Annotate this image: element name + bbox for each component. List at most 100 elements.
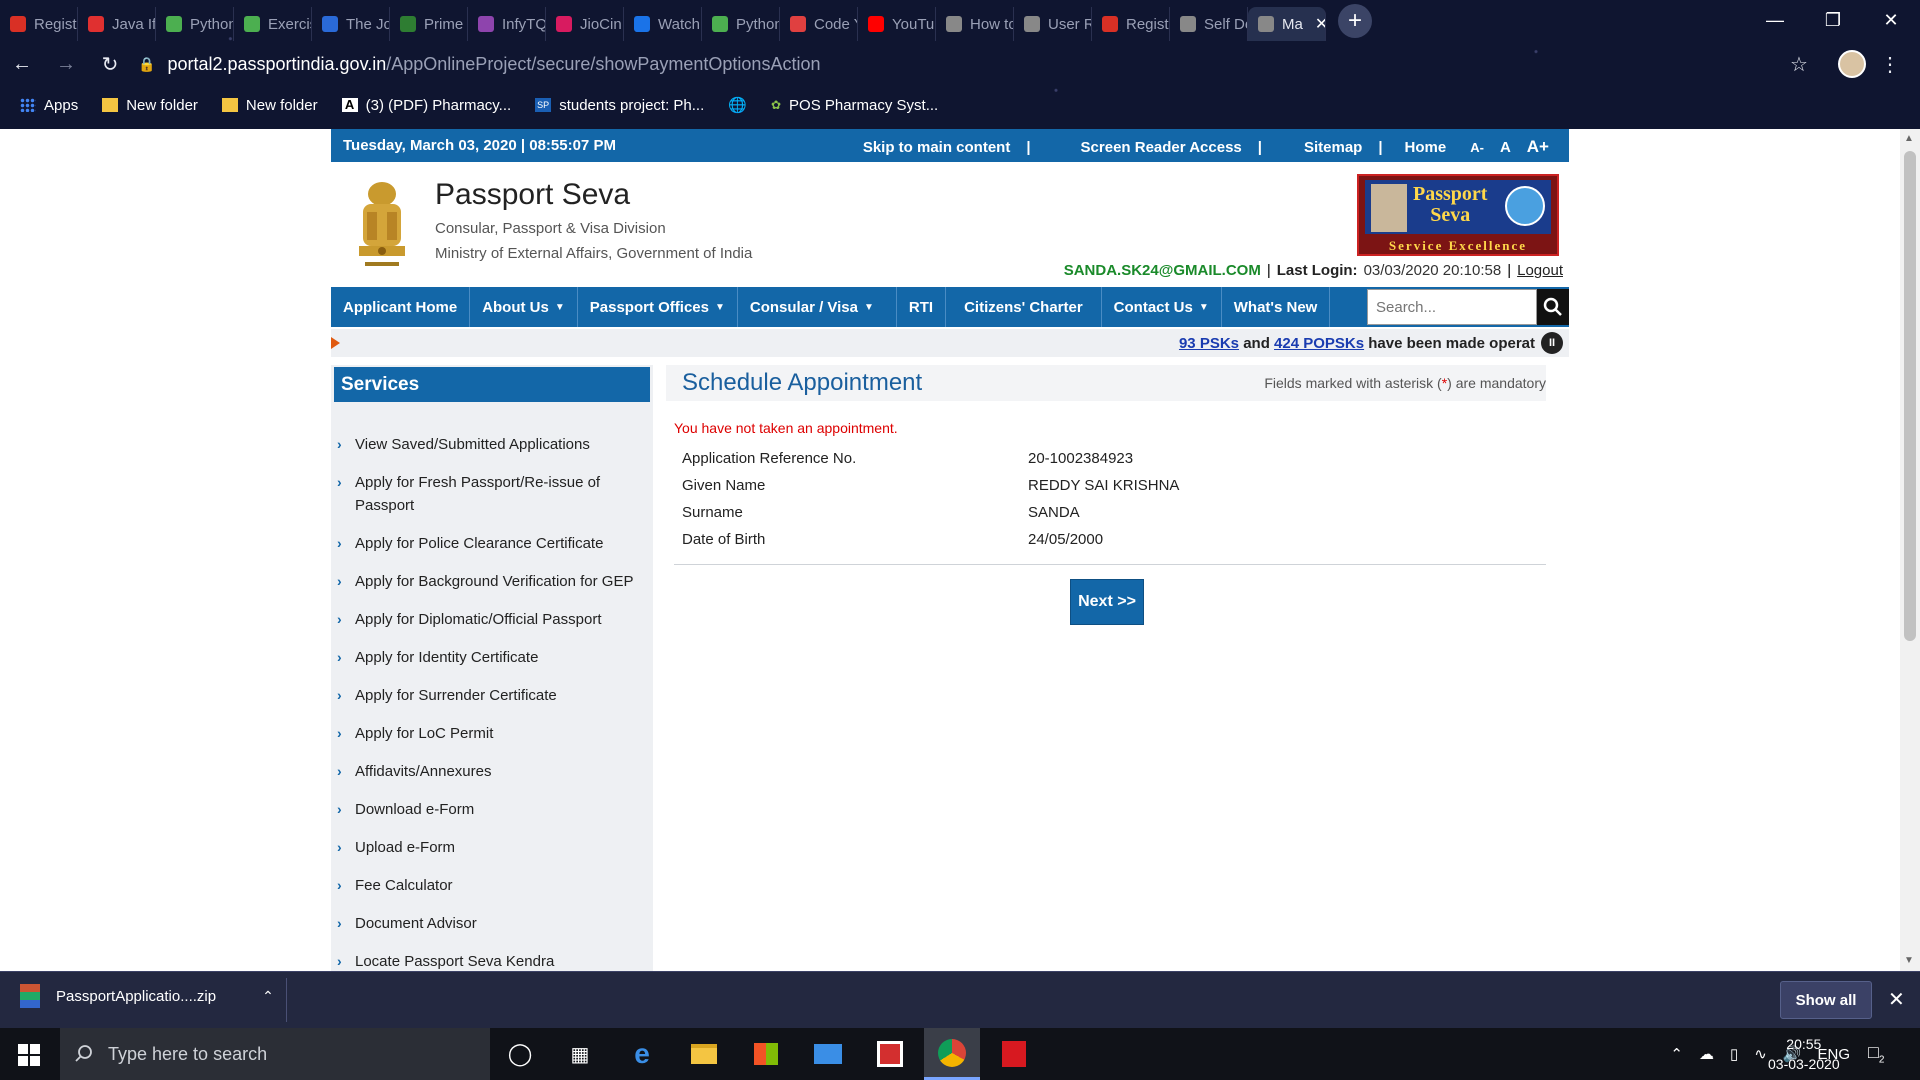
cloud-icon[interactable]: ☁ <box>1699 1045 1714 1063</box>
page-scrollbar[interactable]: ▲ ▼ <box>1900 129 1920 971</box>
new-tab-button[interactable]: + <box>1338 4 1372 38</box>
browser-tab[interactable]: JioCin <box>546 7 624 41</box>
browser-tab[interactable]: YouTul <box>858 7 936 41</box>
task-view-icon[interactable]: ▦ <box>552 1028 608 1080</box>
service-item[interactable]: › Apply for Diplomatic/Official Passport <box>337 608 647 631</box>
font-normal-button[interactable]: A <box>1500 139 1511 156</box>
sitemap-link[interactable]: Sitemap <box>1304 139 1362 156</box>
scroll-up-icon[interactable]: ▲ <box>1904 133 1914 144</box>
bookmark-apps[interactable]: Apps <box>20 97 78 114</box>
search-button[interactable] <box>1537 289 1569 325</box>
browser-tab[interactable]: How to <box>936 7 1014 41</box>
nav-contact-us[interactable]: Contact Us ▼ <box>1102 287 1222 327</box>
nav-applicant-home[interactable]: Applicant Home <box>331 287 471 327</box>
browser-tab[interactable]: Python <box>702 7 780 41</box>
scroll-down-icon[interactable]: ▼ <box>1904 955 1914 966</box>
play-favicon-icon <box>634 16 650 32</box>
minimize-button[interactable]: — <box>1746 0 1804 40</box>
battery-icon[interactable]: ▯ <box>1730 1045 1738 1063</box>
nav-about-us[interactable]: About Us ▼ <box>470 287 578 327</box>
font-decrease-button[interactable]: A- <box>1470 140 1484 155</box>
bookmark-pdf-pharmacy[interactable]: A (3) (PDF) Pharmacy... <box>341 97 511 114</box>
taskbar-clock[interactable]: 20:55 03-03-2020 <box>1768 1034 1840 1074</box>
popsk-link[interactable]: 424 POPSKs <box>1274 335 1364 352</box>
bookmark-pos-pharmacy[interactable]: ✿ POS Pharmacy Syst... <box>771 97 938 114</box>
notification-icon[interactable]: □2 <box>1868 1042 1884 1066</box>
bookmark-students-project[interactable]: SP students project: Ph... <box>535 97 704 114</box>
service-item[interactable]: › Apply for Police Clearance Certificate <box>337 532 647 555</box>
tab-strip: RegistrJava IfPythonExercisThe JoPrimeIn… <box>0 0 1920 42</box>
browser-tab[interactable]: InfyTQ <box>468 7 546 41</box>
service-item[interactable]: › Affidavits/Annexures <box>337 760 647 783</box>
browser-tab[interactable]: Python <box>156 7 234 41</box>
browser-tab[interactable]: Ma✕ <box>1248 7 1326 41</box>
browser-tab[interactable]: Regist <box>1092 7 1170 41</box>
forward-button[interactable]: → <box>44 42 88 86</box>
acrobat-icon[interactable] <box>986 1028 1042 1080</box>
service-item[interactable]: › Document Advisor <box>337 912 647 935</box>
browser-tab[interactable]: Code Y <box>780 7 858 41</box>
bookmark-folder[interactable]: New folder <box>221 97 318 114</box>
browser-tab[interactable]: Prime <box>390 7 468 41</box>
font-increase-button[interactable]: A+ <box>1527 137 1549 157</box>
close-tab-icon[interactable]: ✕ <box>1315 14 1325 34</box>
profile-avatar[interactable] <box>1838 50 1866 78</box>
service-item[interactable]: › Upload e-Form <box>337 836 647 859</box>
nav-citizens-charter[interactable]: Citizens' Charter <box>946 287 1102 327</box>
mail-icon[interactable] <box>800 1028 856 1080</box>
service-item[interactable]: › Locate Passport Seva Kendra <box>337 950 647 971</box>
logout-link[interactable]: Logout <box>1517 262 1563 279</box>
chrome-icon[interactable] <box>924 1028 980 1080</box>
back-button[interactable]: ← <box>0 42 44 86</box>
screen-reader-link[interactable]: Screen Reader Access <box>1081 139 1242 156</box>
service-item[interactable]: › Apply for Fresh Passport/Re-issue of Pa… <box>337 471 647 517</box>
gift-app-icon[interactable] <box>862 1028 918 1080</box>
search-input[interactable] <box>1367 289 1537 325</box>
reload-button[interactable]: ↻ <box>88 42 132 86</box>
service-item[interactable]: › Apply for Identity Certificate <box>337 646 647 669</box>
taskbar-search[interactable]: Type here to search <box>60 1028 490 1080</box>
restore-button[interactable]: ❐ <box>1804 0 1862 40</box>
cortana-icon[interactable]: ◯ <box>492 1028 548 1080</box>
browser-tab[interactable]: The Jo <box>312 7 390 41</box>
windows-start-icon[interactable] <box>18 1044 40 1066</box>
globe-favicon-icon <box>1258 16 1274 32</box>
close-window-button[interactable]: ✕ <box>1862 0 1920 40</box>
browser-tab[interactable]: Java If <box>78 7 156 41</box>
home-link[interactable]: Home <box>1405 139 1447 156</box>
browser-tab[interactable]: Watch <box>624 7 702 41</box>
browser-tab[interactable]: User R <box>1014 7 1092 41</box>
address-bar[interactable]: 🔒 portal2.passportindia.gov.in/AppOnline… <box>138 48 1808 80</box>
show-all-button[interactable]: Show all <box>1780 981 1872 1019</box>
service-item[interactable]: › Apply for Surrender Certificate <box>337 684 647 707</box>
next-button[interactable]: Next >> <box>1070 579 1144 625</box>
pause-icon[interactable]: II <box>1541 332 1563 354</box>
service-item[interactable]: › Apply for Background Verification for G… <box>337 570 647 593</box>
browser-tab[interactable]: Self De <box>1170 7 1248 41</box>
chevron-up-icon[interactable]: ⌃ <box>1670 1045 1683 1063</box>
wifi-icon[interactable]: ∿ <box>1754 1045 1767 1063</box>
service-item[interactable]: › Apply for LoC Permit <box>337 722 647 745</box>
chevron-up-icon[interactable]: ⌃ <box>262 988 274 1005</box>
close-icon[interactable]: ✕ <box>1888 987 1905 1012</box>
browser-tab[interactable]: Registr <box>0 7 78 41</box>
bookmark-globe[interactable]: 🌐 <box>728 96 747 114</box>
download-item[interactable]: PassportApplicatio....zip ⌃ <box>20 984 274 1008</box>
psk-link[interactable]: 93 PSKs <box>1179 335 1239 352</box>
bookmark-folder[interactable]: New folder <box>102 97 198 114</box>
nav-passport-offices[interactable]: Passport Offices ▼ <box>578 287 738 327</box>
nav-consular-visa[interactable]: Consular / Visa ▼ <box>738 287 897 327</box>
skip-to-content-link[interactable]: Skip to main content <box>863 139 1011 156</box>
file-explorer-icon[interactable] <box>676 1028 732 1080</box>
scrollbar-thumb[interactable] <box>1904 151 1916 641</box>
service-item[interactable]: › View Saved/Submitted Applications <box>337 433 647 456</box>
edge-icon[interactable]: e <box>614 1028 670 1080</box>
menu-kebab-icon[interactable]: ⋮ <box>1880 52 1900 77</box>
browser-tab[interactable]: Exercis <box>234 7 312 41</box>
service-item[interactable]: › Download e-Form <box>337 798 647 821</box>
store-icon[interactable] <box>738 1028 794 1080</box>
bookmark-star-icon[interactable]: ☆ <box>1790 52 1808 77</box>
nav-whats-new[interactable]: What's New <box>1222 287 1331 327</box>
service-item[interactable]: › Fee Calculator <box>337 874 647 897</box>
nav-rti[interactable]: RTI <box>897 287 947 327</box>
